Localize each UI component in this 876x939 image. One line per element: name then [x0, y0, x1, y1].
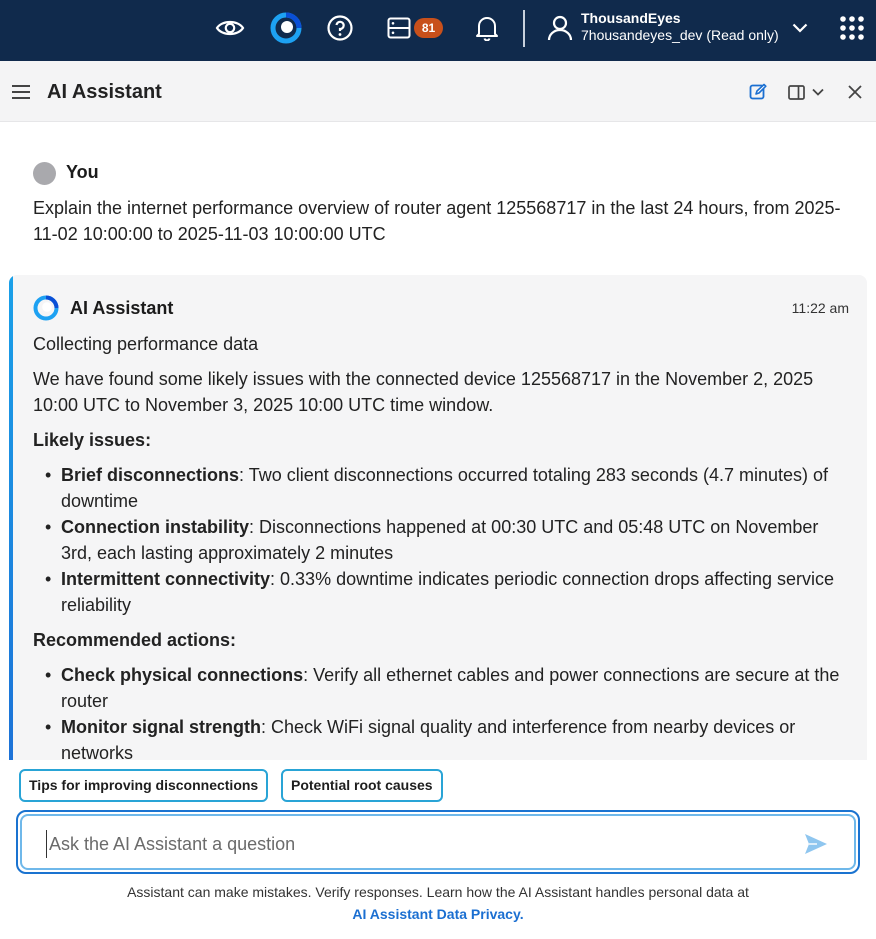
account-subtitle[interactable]: 7housandeyes_dev (Read only) [581, 27, 779, 43]
list-item: Brief disconnections: Two client disconn… [33, 462, 853, 514]
account-name[interactable]: ThousandEyes [581, 10, 681, 26]
help-icon[interactable] [325, 13, 355, 43]
user-message: Explain the internet performance overvie… [33, 198, 841, 244]
assistant-message-card: AI Assistant 11:22 am Collecting perform… [9, 275, 867, 760]
action-title: Check physical connections [61, 665, 304, 685]
actions-heading: Recommended actions: [33, 630, 237, 650]
list-item: Intermittent connectivity: 0.33% downtim… [33, 566, 853, 618]
assistant-name: AI Assistant [70, 298, 174, 318]
question-input-wrapper [16, 810, 860, 874]
list-item: Connection instability: Disconnections h… [33, 514, 853, 566]
disclaimer-text: Assistant can make mistakes. Verify resp… [127, 884, 749, 900]
panel-title: AI Assistant [47, 81, 162, 103]
thousandeyes-logo-icon[interactable] [269, 11, 303, 45]
suggestion-chip-root-causes[interactable]: Potential root causes [281, 769, 443, 802]
bell-icon[interactable] [473, 13, 501, 43]
issue-title: Brief disconnections [61, 465, 240, 485]
assistant-intro: We have found some likely issues with th… [33, 369, 814, 415]
user-icon[interactable] [545, 13, 575, 43]
topbar-divider [523, 10, 525, 47]
top-navigation-bar: 81 ThousandEyes 7housandeyes_dev (Read o… [0, 0, 876, 61]
question-input[interactable] [46, 830, 786, 858]
send-icon[interactable] [802, 830, 830, 858]
message-composer: Tips for improving disconnections Potent… [0, 760, 876, 939]
list-item: Monitor signal strength: Check WiFi sign… [33, 714, 853, 760]
privacy-link[interactable]: AI Assistant Data Privacy. [0, 906, 876, 922]
menu-icon[interactable] [10, 81, 32, 103]
close-icon[interactable] [844, 81, 866, 103]
assistant-timestamp: 11:22 am [791, 300, 849, 316]
chevron-down-icon[interactable] [789, 18, 811, 38]
issue-title: Intermittent connectivity [61, 569, 271, 589]
assistant-status: Collecting performance data [33, 334, 259, 354]
layout-chevron-down-icon[interactable] [809, 82, 827, 102]
assistant-logo-icon [33, 295, 59, 321]
assistant-panel-header: AI Assistant [0, 61, 876, 122]
eye-icon[interactable] [214, 14, 246, 42]
alerts-icon[interactable] [385, 14, 413, 42]
issue-title: Connection instability [61, 517, 250, 537]
issues-heading: Likely issues: [33, 430, 152, 450]
panel-layout-icon[interactable] [785, 81, 807, 103]
alerts-count-badge[interactable]: 81 [414, 18, 443, 38]
suggestion-chip-tips[interactable]: Tips for improving disconnections [19, 769, 269, 802]
action-title: Monitor signal strength [61, 717, 261, 737]
assistant-message-body: Collecting performance data We have foun… [33, 331, 853, 760]
apps-grid-icon[interactable] [838, 14, 866, 42]
new-chat-icon[interactable] [747, 81, 769, 103]
issues-list: Brief disconnections: Two client disconn… [33, 462, 853, 618]
list-item: Check physical connections: Verify all e… [33, 662, 853, 714]
user-avatar [33, 162, 56, 185]
user-name: You [66, 162, 99, 182]
chat-conversation[interactable]: You Explain the internet performance ove… [0, 122, 876, 760]
actions-list: Check physical connections: Verify all e… [33, 662, 853, 760]
